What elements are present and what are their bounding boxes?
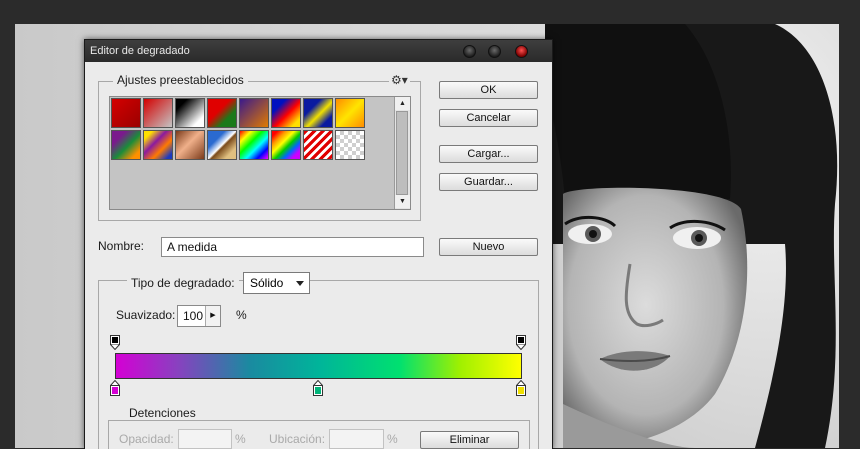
portrait-image bbox=[545, 24, 839, 448]
load-button[interactable]: Cargar... bbox=[439, 145, 538, 163]
preset-swatch-transparent[interactable] bbox=[335, 130, 365, 160]
scroll-up-icon[interactable]: ▲ bbox=[395, 97, 410, 110]
name-input[interactable]: A medida bbox=[161, 237, 424, 257]
location-input[interactable] bbox=[329, 429, 384, 449]
color-stop[interactable] bbox=[516, 379, 526, 396]
ok-button[interactable]: OK bbox=[439, 81, 538, 99]
preset-swatch-violet-orange[interactable] bbox=[239, 98, 269, 128]
preset-swatch-black-white[interactable] bbox=[175, 98, 205, 128]
preset-swatch-red-green[interactable] bbox=[207, 98, 237, 128]
opacity-label: Opacidad: bbox=[119, 432, 174, 446]
preset-swatch-foreground-to-background[interactable] bbox=[111, 98, 141, 128]
stops-group-label: Detenciones bbox=[125, 406, 200, 420]
chevron-down-icon bbox=[296, 281, 304, 286]
scroll-down-icon[interactable]: ▼ bbox=[395, 195, 410, 208]
preset-swatch-blue-yellow-blue[interactable] bbox=[303, 98, 333, 128]
smoothness-input[interactable]: 100 ▶ bbox=[177, 305, 221, 327]
preset-swatch-foreground-to-transparent[interactable] bbox=[143, 98, 173, 128]
opacity-stop[interactable] bbox=[110, 335, 120, 351]
presets-label: Ajustes preestablecidos bbox=[113, 73, 248, 87]
gear-icon[interactable]: ⚙▾ bbox=[389, 73, 410, 87]
gradient-preview-bar[interactable] bbox=[115, 353, 522, 379]
preset-swatch-transparent-stripes[interactable] bbox=[303, 130, 333, 160]
dialog-title: Editor de degradado bbox=[90, 45, 190, 57]
cancel-button[interactable]: Cancelar bbox=[439, 109, 538, 127]
opacity-unit: % bbox=[235, 432, 246, 446]
preset-swatch-spectrum[interactable] bbox=[239, 130, 269, 160]
preset-swatch-chrome[interactable] bbox=[207, 130, 237, 160]
preset-swatch-copper[interactable] bbox=[175, 130, 205, 160]
maximize-button[interactable] bbox=[488, 45, 501, 58]
presets-list[interactable]: ▲ ▼ bbox=[109, 96, 411, 210]
preset-swatch-orange-yellow-orange[interactable] bbox=[335, 98, 365, 128]
dialog-titlebar[interactable]: Editor de degradado bbox=[85, 40, 552, 62]
preset-swatch-violet-green-orange[interactable] bbox=[111, 130, 141, 160]
save-button[interactable]: Guardar... bbox=[439, 173, 538, 191]
location-unit: % bbox=[387, 432, 398, 446]
smoothness-label: Suavizado: bbox=[116, 308, 176, 322]
smoothness-value: 100 bbox=[183, 309, 204, 323]
scroll-thumb[interactable] bbox=[396, 111, 408, 195]
close-button[interactable] bbox=[515, 45, 528, 58]
opacity-stop[interactable] bbox=[516, 335, 526, 351]
gradient-type-value: Sólido bbox=[250, 276, 284, 290]
gradient-editor-dialog: Editor de degradado Ajustes preestableci… bbox=[84, 39, 553, 449]
color-stop[interactable] bbox=[110, 379, 120, 396]
opacity-input[interactable] bbox=[178, 429, 232, 449]
color-stop[interactable] bbox=[313, 379, 323, 396]
preset-swatch-blue-red-yellow[interactable] bbox=[271, 98, 301, 128]
presets-scrollbar[interactable]: ▲ ▼ bbox=[394, 97, 410, 209]
new-button[interactable]: Nuevo bbox=[439, 238, 538, 256]
smoothness-arrow-icon[interactable]: ▶ bbox=[205, 306, 220, 326]
gradient-type-select[interactable]: Sólido bbox=[243, 272, 310, 294]
minimize-button[interactable] bbox=[463, 45, 476, 58]
preset-swatch-transparent-rainbow[interactable] bbox=[271, 130, 301, 160]
name-label: Nombre: bbox=[98, 239, 145, 253]
preset-swatch-yellow-violet-orange-blue[interactable] bbox=[143, 130, 173, 160]
smoothness-unit: % bbox=[236, 308, 247, 322]
gradient-type-label: Tipo de degradado: bbox=[127, 276, 239, 290]
delete-button[interactable]: Eliminar bbox=[420, 431, 519, 449]
location-label: Ubicación: bbox=[269, 432, 326, 446]
